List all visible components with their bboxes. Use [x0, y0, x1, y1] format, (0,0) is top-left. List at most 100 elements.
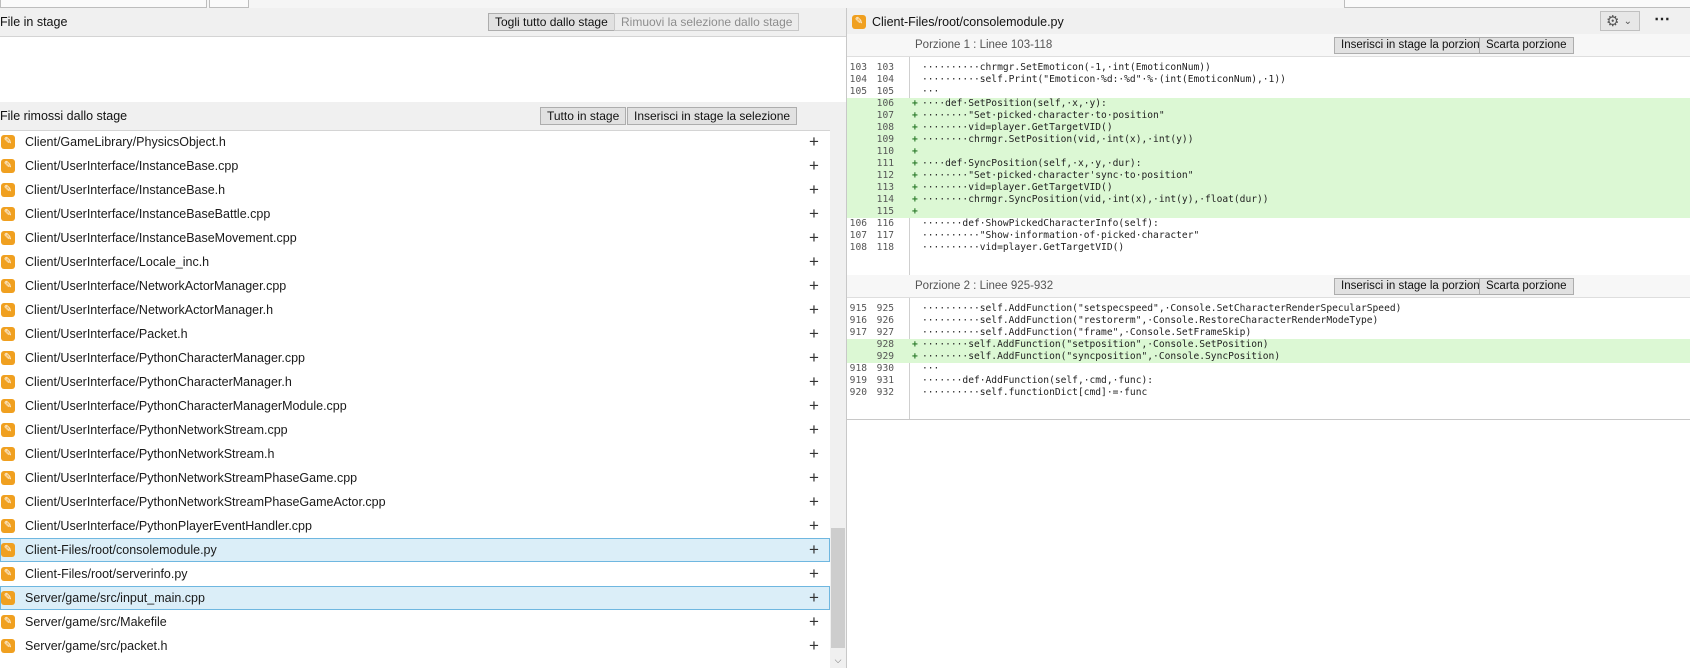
stage-file-button[interactable]: +: [806, 613, 822, 630]
stage-file-button[interactable]: +: [806, 373, 822, 390]
file-row[interactable]: ✎ Server/game/src/input_main.cpp +: [0, 586, 830, 610]
file-name: Client/UserInterface/PythonNetworkStream…: [25, 495, 386, 509]
file-row[interactable]: ✎ Client/UserInterface/NetworkActorManage…: [0, 298, 830, 322]
more-options-button[interactable]: ⋯: [1648, 11, 1676, 31]
file-row[interactable]: ✎ Client/UserInterface/PythonNetworkStrea…: [0, 466, 830, 490]
diff-line-added[interactable]: 111 + ····def·SyncPosition(self,·x,·y,·dur…: [847, 158, 1690, 170]
diff-line-context[interactable]: 915 925 ··········self.AddFunction("setspe…: [847, 303, 1690, 315]
stage-file-button[interactable]: +: [806, 589, 822, 606]
stage-file-button[interactable]: +: [806, 637, 822, 654]
diff-line-context[interactable]: 919 931 ·······def·AddFunction(self,·cmd,·…: [847, 375, 1690, 387]
plus-icon: +: [809, 396, 819, 415]
file-row[interactable]: ✎ Client-Files/root/serverinfo.py +: [0, 562, 830, 586]
file-row[interactable]: ✎ Client-Files/root/consolemodule.py +: [0, 538, 830, 562]
stage-all-button[interactable]: Tutto in stage: [540, 107, 627, 125]
file-row[interactable]: ✎ Client/UserInterface/PythonCharacterMan…: [0, 346, 830, 370]
stage-file-button[interactable]: +: [806, 205, 822, 222]
stage-file-button[interactable]: +: [806, 517, 822, 534]
stage-file-button[interactable]: +: [806, 301, 822, 318]
stage-file-button[interactable]: +: [806, 396, 822, 415]
stage-hunk-button[interactable]: Inserisci in stage la porzione: [1334, 37, 1494, 54]
diff-line-added[interactable]: 928 + ········self.AddFunction("setpositio…: [847, 339, 1690, 351]
file-row[interactable]: ✎ Client/UserInterface/PythonNetworkStrea…: [0, 418, 830, 442]
diff-line-context[interactable]: 103 103 ··········chrmgr.SetEmoticon(-1,·i…: [847, 62, 1690, 74]
file-row[interactable]: ✎ Client/UserInterface/NetworkActorManage…: [0, 274, 830, 298]
file-row[interactable]: ✎ Client/UserInterface/Locale_inc.h +: [0, 250, 830, 274]
staged-files-list[interactable]: [0, 37, 846, 108]
diff-line-added[interactable]: 929 + ········self.AddFunction("syncpositi…: [847, 351, 1690, 363]
toolbar-search-field[interactable]: [1344, 0, 1690, 8]
diff-line-added[interactable]: 115 +: [847, 206, 1690, 218]
discard-hunk-button[interactable]: Scarta porzione: [1479, 278, 1574, 295]
diff-line-added[interactable]: 113 + ········vid=player.GetTargetVID(): [847, 182, 1690, 194]
toolbar-field[interactable]: [0, 0, 207, 8]
stage-file-button[interactable]: +: [806, 325, 822, 342]
file-row[interactable]: ✎ Client/UserInterface/PythonNetworkStrea…: [0, 442, 830, 466]
file-row[interactable]: ✎ Client/UserInterface/PythonCharacterMan…: [0, 370, 830, 394]
file-name: Server/game/src/input_main.cpp: [25, 591, 205, 605]
stage-file-button[interactable]: +: [806, 493, 822, 510]
stage-file-button[interactable]: +: [806, 421, 822, 438]
file-row[interactable]: ✎ Client/UserInterface/PythonPlayerEventH…: [0, 514, 830, 538]
file-name: Client/UserInterface/NetworkActorManager…: [25, 303, 274, 317]
diff-line-added[interactable]: 109 + ········chrmgr.SetPosition(vid,·int(…: [847, 134, 1690, 146]
diff-file-title: Client-Files/root/consolemodule.py: [872, 15, 1064, 29]
diff-line-context[interactable]: 106 116 ·······def·ShowPickedCharacterInfo…: [847, 218, 1690, 230]
diff-line-context[interactable]: 107 117 ··········"Show·information·of·pic…: [847, 230, 1690, 242]
diff-line-context[interactable]: 916 926 ··········self.AddFunction("restor…: [847, 315, 1690, 327]
toolbar-button[interactable]: [209, 0, 249, 8]
stage-file-button[interactable]: +: [806, 541, 822, 558]
stage-file-button[interactable]: +: [806, 253, 822, 270]
diff-line-context[interactable]: 104 104 ··········self.Print("Emoticon·%d:…: [847, 74, 1690, 86]
stage-file-button[interactable]: +: [806, 229, 822, 246]
file-row[interactable]: ✎ Client/UserInterface/Packet.h +: [0, 322, 830, 346]
code-text: ········"Set·picked·character·to·positio…: [922, 110, 1165, 121]
diff-line-context[interactable]: 105 105 ···: [847, 86, 1690, 98]
stage-selection-button[interactable]: Inserisci in stage la selezione: [627, 107, 798, 125]
file-row[interactable]: ✎ Server/game/src/packet.h +: [0, 634, 830, 658]
stage-hunk-button[interactable]: Inserisci in stage la porzione: [1334, 278, 1494, 295]
file-list-scrollbar[interactable]: ⌵: [830, 130, 846, 668]
stage-file-button[interactable]: +: [806, 277, 822, 294]
diff-line-added[interactable]: 108 + ········vid=player.GetTargetVID(): [847, 122, 1690, 134]
diff-line-added[interactable]: 106 + ····def·SetPosition(self,·x,·y):: [847, 98, 1690, 110]
diff-line-context[interactable]: 918 930 ···: [847, 363, 1690, 375]
stage-file-button[interactable]: +: [806, 445, 822, 462]
code-text: ··········self.AddFunction("restorerm",·…: [922, 315, 1379, 326]
code-text: ·······def·ShowPickedCharacterInfo(self)…: [922, 218, 1159, 229]
diff-line-context[interactable]: 920 932 ··········self.functionDict[cmd]·=…: [847, 387, 1690, 399]
unstage-all-button[interactable]: Togli tutto dallo stage: [488, 13, 615, 31]
discard-hunk-button[interactable]: Scarta porzione: [1479, 37, 1574, 54]
new-line-number: 105: [876, 86, 894, 97]
file-row[interactable]: ✎ Client/UserInterface/InstanceBaseBattle…: [0, 202, 830, 226]
scrollbar-thumb[interactable]: [831, 528, 845, 648]
stage-file-button[interactable]: +: [806, 349, 822, 366]
file-row[interactable]: ✎ Client/GameLibrary/PhysicsObject.h +: [0, 130, 830, 154]
code-text: ··········chrmgr.SetEmoticon(-1,·int(Emo…: [922, 62, 1211, 73]
file-row[interactable]: ✎ Client/UserInterface/PythonCharacterMan…: [0, 394, 830, 418]
unstage-selection-button[interactable]: Rimuovi la selezione dallo stage: [614, 13, 800, 31]
file-row[interactable]: ✎ Client/UserInterface/InstanceBaseMoveme…: [0, 226, 830, 250]
file-row[interactable]: ✎ Client/UserInterface/InstanceBase.cpp +: [0, 154, 830, 178]
file-row[interactable]: ✎ Client/UserInterface/InstanceBase.h +: [0, 178, 830, 202]
diff-line-added[interactable]: 114 + ········chrmgr.SyncPosition(vid,·int…: [847, 194, 1690, 206]
file-row[interactable]: ✎ Client/UserInterface/PythonNetworkStrea…: [0, 490, 830, 514]
diff-line-added[interactable]: 110 +: [847, 146, 1690, 158]
diff-line-added[interactable]: 112 + ········"Set·picked·character'sync·t…: [847, 170, 1690, 182]
diff-line-context[interactable]: 917 927 ··········self.AddFunction("frame"…: [847, 327, 1690, 339]
scroll-down-arrow[interactable]: ⌵: [830, 655, 846, 666]
file-row[interactable]: ✎ Server/game/src/Makefile +: [0, 610, 830, 634]
diff-line-added[interactable]: 107 + ········"Set·picked·character·to·pos…: [847, 110, 1690, 122]
stage-file-button[interactable]: +: [806, 157, 822, 174]
more-icon: ⋯: [1654, 11, 1670, 28]
settings-dropdown-button[interactable]: ⚙ ⌄: [1600, 11, 1640, 31]
stage-file-button[interactable]: +: [806, 133, 822, 150]
pencil-icon: ✎: [1, 519, 15, 533]
code-text: ··········self.AddFunction("frame",·Cons…: [922, 327, 1252, 338]
stage-file-button[interactable]: +: [806, 565, 822, 582]
diff-line-context[interactable]: 108 118 ··········vid=player.GetTargetVID(…: [847, 242, 1690, 254]
diff-header: ✎ Client-Files/root/consolemodule.py ⚙ ⌄…: [847, 8, 1690, 37]
stage-file-button[interactable]: +: [806, 181, 822, 198]
code-text: ········chrmgr.SyncPosition(vid,·int(x),…: [922, 194, 1269, 205]
stage-file-button[interactable]: +: [806, 469, 822, 486]
